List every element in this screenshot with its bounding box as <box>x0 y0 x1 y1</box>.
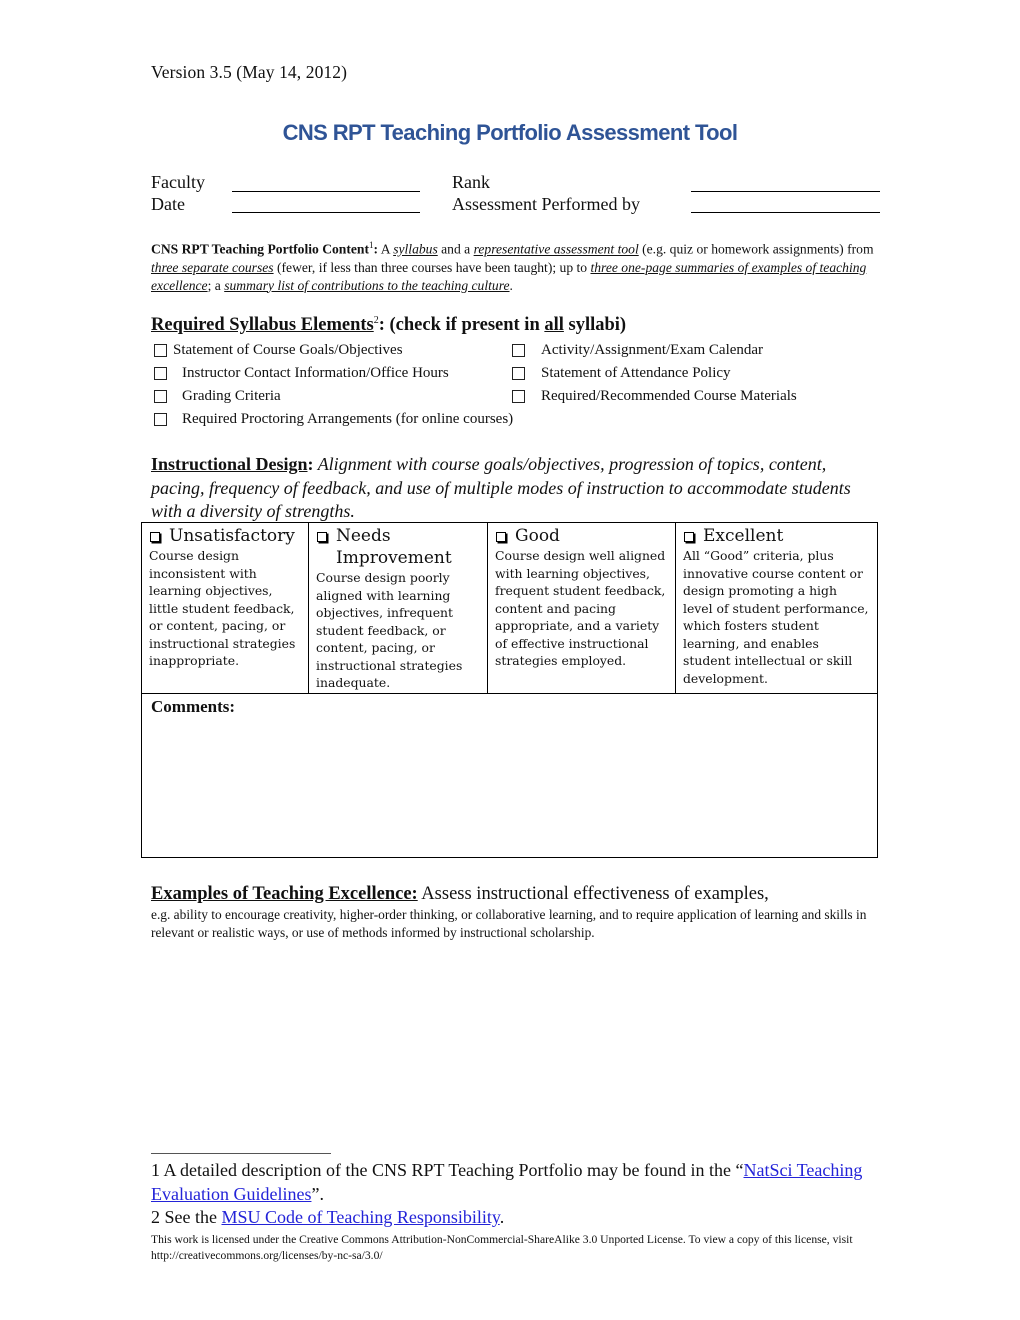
footnote-text: 1 A detailed description of the CNS RPT … <box>151 1160 744 1180</box>
instructional-design-heading: Instructional Design: Alignment with cou… <box>151 453 881 524</box>
rating-description: Course design poorly aligned with learni… <box>316 570 463 690</box>
syllabus-item-label: Grading Criteria <box>182 388 281 404</box>
comments-label: Comments: <box>151 697 236 716</box>
assessor-field[interactable] <box>691 212 880 213</box>
checkbox[interactable] <box>512 367 525 380</box>
heading-text: : (check if present in <box>378 315 545 336</box>
syllabus-elements-label: Required Syllabus Elements <box>151 315 374 336</box>
rank-field[interactable] <box>691 191 880 192</box>
text: (e.g. quiz or homework assignments) from <box>638 241 874 257</box>
footnote-text: ”. <box>311 1183 324 1204</box>
instructional-design-label: Instructional Design <box>151 454 308 474</box>
syllabus-item-label: Activity/Assignment/Exam Calendar <box>541 342 764 358</box>
heading-emphasis: all <box>544 315 564 336</box>
contributions-term: summary list of contributions to the tea… <box>224 277 510 293</box>
syllabus-item-label: Required/Recommended Course Materials <box>541 388 797 404</box>
rating-label: Unsatisfactory <box>169 526 295 546</box>
syllabus-elements-heading: Required Syllabus Elements2: (check if p… <box>151 315 626 336</box>
syllabus-item-label: Statement of Attendance Policy <box>541 365 731 381</box>
date-label: Date <box>151 194 185 214</box>
footnote-text: . <box>499 1207 505 1227</box>
license-notice: This work is licensed under the Creative… <box>151 1232 853 1262</box>
rating-description: All “Good” criteria, plus innovative cou… <box>683 548 869 686</box>
rating-label: Excellent <box>703 526 784 546</box>
heading-text: syllabi) <box>563 315 627 336</box>
rating-checkbox[interactable] <box>684 532 694 542</box>
syllabus-item-calendar[interactable]: Activity/Assignment/Exam Calendar <box>512 342 763 359</box>
checkbox[interactable] <box>512 344 525 357</box>
syllabus-item-label: Statement of Course Goals/Objectives <box>173 342 403 358</box>
text: and a <box>437 241 474 257</box>
syllabus-item-label: Instructor Contact Information/Office Ho… <box>182 365 449 381</box>
text: A <box>378 241 394 257</box>
faculty-field[interactable] <box>232 191 420 192</box>
syllabus-item-contact-info[interactable]: Instructor Contact Information/Office Ho… <box>154 365 449 382</box>
checkbox[interactable] <box>154 344 167 357</box>
text: ; a <box>207 277 225 293</box>
footnote-divider <box>151 1153 331 1154</box>
checkbox[interactable] <box>512 390 525 403</box>
rating-checkbox[interactable] <box>317 532 327 542</box>
comments-box[interactable]: Comments: <box>142 694 877 857</box>
assessment-tool-term: representative assessment tool <box>473 241 639 257</box>
rubric-ratings-row: Unsatisfactory Course design inconsisten… <box>142 523 877 694</box>
syllabus-item-proctoring[interactable]: Required Proctoring Arrangements (for on… <box>154 411 513 428</box>
footnote-1: 1 A detailed description of the CNS RPT … <box>151 1159 881 1206</box>
rating-description: Course design inconsistent with learning… <box>149 548 296 668</box>
rank-label: Rank <box>452 172 490 192</box>
syllabus-item-label: Required Proctoring Arrangements (for on… <box>182 411 514 427</box>
footnote-text: 2 See the <box>151 1207 222 1227</box>
checkbox[interactable] <box>154 390 167 403</box>
rating-label: Needs Improvement <box>336 526 452 568</box>
teaching-excellence-label: Examples of Teaching Excellence: <box>151 884 418 904</box>
syllabus-term: syllabus <box>393 241 438 257</box>
rating-unsatisfactory[interactable]: Unsatisfactory Course design inconsisten… <box>142 523 309 693</box>
msu-code-link[interactable]: MSU Code of Teaching Responsibility <box>221 1207 499 1227</box>
version-label: Version 3.5 (May 14, 2012) <box>151 62 348 82</box>
rating-good[interactable]: Good Course design well aligned with lea… <box>488 523 676 693</box>
rating-description: Course design well aligned with learning… <box>495 548 666 668</box>
footnote-2: 2 See the MSU Code of Teaching Responsib… <box>151 1206 881 1230</box>
assessor-label: Assessment Performed by <box>452 194 640 214</box>
page-title: CNS RPT Teaching Portfolio Assessment To… <box>282 120 738 145</box>
portfolio-content-paragraph: CNS RPT Teaching Portfolio Content1: A s… <box>151 236 881 295</box>
rating-checkbox[interactable] <box>496 532 506 542</box>
text: (fewer, if less than three courses have … <box>273 259 591 275</box>
instructional-design-rubric: Unsatisfactory Course design inconsisten… <box>141 522 878 858</box>
syllabus-item-course-goals[interactable]: Statement of Course Goals/Objectives <box>154 342 403 359</box>
syllabus-item-materials[interactable]: Required/Recommended Course Materials <box>512 388 797 405</box>
teaching-excellence-lead: Assess instructional effectiveness of ex… <box>417 884 769 904</box>
date-field[interactable] <box>232 212 420 213</box>
footnotes: 1 A detailed description of the CNS RPT … <box>151 1159 881 1264</box>
rating-excellent[interactable]: Excellent All “Good” criteria, plus inno… <box>676 523 877 693</box>
portfolio-content-label: CNS RPT Teaching Portfolio Content <box>151 241 370 257</box>
text: . <box>509 277 513 293</box>
rating-label: Good <box>515 526 560 546</box>
rating-needs-improvement[interactable]: Needs Improvement Course design poorly a… <box>309 523 488 693</box>
teaching-excellence-detail: e.g. ability to encourage creativity, hi… <box>151 907 867 940</box>
syllabus-item-attendance[interactable]: Statement of Attendance Policy <box>512 365 731 382</box>
checkbox[interactable] <box>154 367 167 380</box>
syllabus-item-grading[interactable]: Grading Criteria <box>154 388 281 405</box>
checkbox[interactable] <box>154 413 167 426</box>
rating-checkbox[interactable] <box>150 532 160 542</box>
three-courses-term: three separate courses <box>151 259 274 275</box>
teaching-excellence-section: Examples of Teaching Excellence: Assess … <box>151 882 881 941</box>
faculty-label: Faculty <box>151 172 205 192</box>
